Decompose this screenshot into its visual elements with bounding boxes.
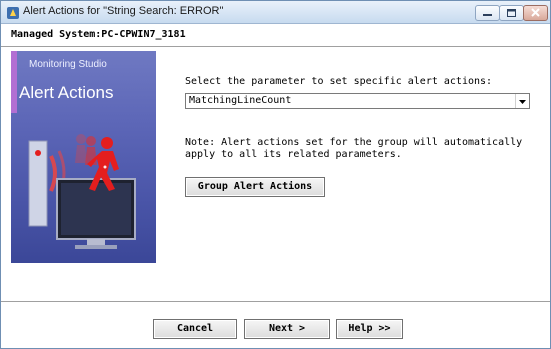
footer-divider <box>1 301 550 302</box>
minimize-button[interactable] <box>475 5 500 21</box>
side-banner: Monitoring Studio Alert Actions <box>11 51 156 263</box>
maximize-button[interactable] <box>499 5 524 21</box>
monitor-alert-illustration <box>28 134 136 249</box>
parameter-prompt: Select the parameter to set specific ale… <box>185 76 493 87</box>
maximize-icon <box>507 9 516 17</box>
title-bar[interactable]: Alert Actions for "String Search: ERROR" <box>1 1 550 24</box>
banner-accent-stripe <box>11 51 17 113</box>
window-title: Alert Actions for "String Search: ERROR" <box>23 5 224 17</box>
group-note: Note: Alert actions set for the group wi… <box>185 137 523 160</box>
close-button[interactable] <box>523 5 548 21</box>
close-icon <box>531 8 540 17</box>
parameter-select[interactable]: MatchingLineCount <box>185 93 530 109</box>
dialog-window: Alert Actions for "String Search: ERROR"… <box>0 0 551 349</box>
minimize-icon <box>483 14 492 16</box>
header-divider <box>1 46 550 47</box>
cancel-button[interactable]: Cancel <box>153 319 237 339</box>
managed-system-label: Managed System:PC-CPWIN7_3181 <box>11 29 186 40</box>
parameter-select-value: MatchingLineCount <box>189 95 292 106</box>
banner-title: Alert Actions <box>19 83 114 102</box>
group-alert-actions-button[interactable]: Group Alert Actions <box>185 177 325 197</box>
next-button[interactable]: Next > <box>244 319 330 339</box>
power-led-icon <box>35 150 41 156</box>
app-icon <box>6 5 20 19</box>
help-button[interactable]: Help >> <box>336 319 403 339</box>
banner-brand: Monitoring Studio <box>29 59 107 70</box>
dropdown-button[interactable] <box>515 94 529 108</box>
chevron-down-icon <box>519 100 526 104</box>
